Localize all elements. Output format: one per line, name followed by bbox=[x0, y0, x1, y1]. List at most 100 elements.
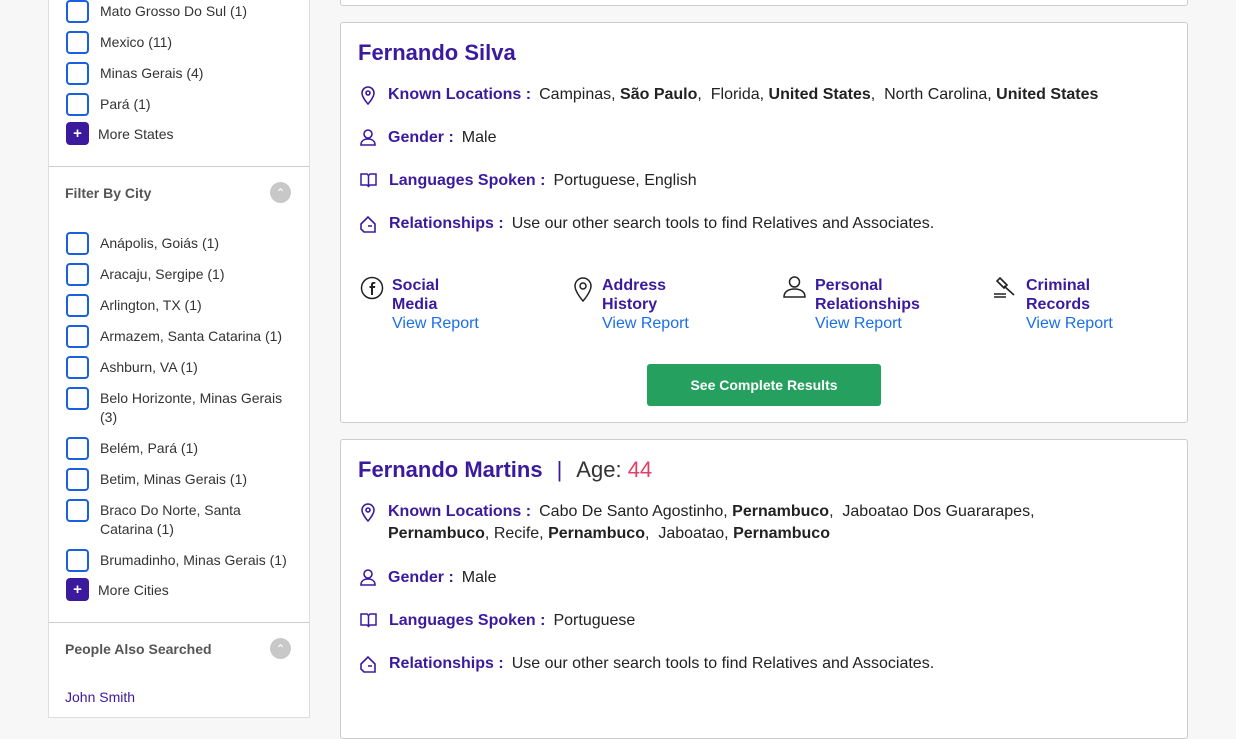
checkbox[interactable] bbox=[66, 0, 89, 23]
city-option[interactable]: Armazem, Santa Catarina (1) bbox=[66, 325, 291, 348]
locations-label: Known Locations : bbox=[388, 86, 532, 103]
option-label: Aracaju, Sergipe (1) bbox=[100, 266, 225, 282]
locations-label: Known Locations : bbox=[388, 503, 532, 520]
option-label: Arlington, TX (1) bbox=[100, 297, 202, 313]
checkbox[interactable] bbox=[66, 549, 89, 572]
languages-row: Languages Spoken : Portuguese bbox=[359, 610, 1147, 632]
view-report-link[interactable]: View Report bbox=[392, 314, 479, 333]
checkbox[interactable] bbox=[66, 437, 89, 460]
location-state: Pernambuco bbox=[733, 525, 830, 542]
state-option[interactable]: Mato Grosso Do Sul (1) bbox=[66, 0, 248, 23]
chevron-up-icon[interactable]: ⌃ bbox=[270, 638, 291, 659]
report-criminal-records[interactable]: Criminal Records View Report bbox=[992, 276, 1113, 333]
languages-value: Portuguese, English bbox=[553, 172, 697, 189]
location-city: North Carolina, bbox=[884, 86, 997, 103]
divider bbox=[49, 622, 309, 623]
option-label: Ashburn, VA (1) bbox=[100, 359, 198, 375]
city-option[interactable]: Ashburn, VA (1) bbox=[66, 356, 291, 379]
checkbox[interactable] bbox=[66, 93, 89, 116]
city-option[interactable]: Anápolis, Goiás (1) bbox=[66, 232, 291, 255]
gender-label: Gender : bbox=[388, 129, 454, 146]
state-option[interactable]: Minas Gerais (4) bbox=[66, 62, 203, 85]
people-also-searched-header: People Also Searched bbox=[65, 641, 212, 657]
city-option[interactable]: Brumadinho, Minas Gerais (1) bbox=[66, 549, 291, 572]
checkbox[interactable] bbox=[66, 499, 89, 522]
person-name[interactable]: Fernando Martins bbox=[358, 457, 543, 482]
see-complete-results-button[interactable]: See Complete Results bbox=[647, 364, 881, 406]
age-label: Age: bbox=[576, 457, 622, 482]
filter-city-header: Filter By City bbox=[65, 185, 152, 201]
person-name[interactable]: Fernando Silva bbox=[358, 40, 516, 66]
checkbox[interactable] bbox=[66, 62, 89, 85]
checkbox[interactable] bbox=[66, 263, 89, 286]
location-state: Pernambuco bbox=[548, 525, 645, 542]
checkbox[interactable] bbox=[66, 294, 89, 317]
separator: , bbox=[697, 86, 711, 103]
gender-row: Gender : Male bbox=[359, 567, 1147, 589]
city-option[interactable]: Belém, Pará (1) bbox=[66, 437, 291, 460]
report-personal-relationships[interactable]: Personal Relationships View Report bbox=[782, 276, 925, 333]
location-city: Jaboatao Dos Guararapes, bbox=[842, 503, 1035, 520]
location-state: São Paulo bbox=[620, 86, 698, 103]
relationships-row: Relationships : Use our other search too… bbox=[359, 653, 1147, 675]
city-option[interactable]: Belo Horizonte, Minas Gerais (3) bbox=[66, 387, 291, 427]
known-locations-row: Known Locations : Campinas, São Paulo, F… bbox=[359, 84, 1147, 106]
more-states-label: More States bbox=[98, 125, 174, 142]
more-states-button[interactable]: + More States bbox=[66, 122, 173, 145]
city-option[interactable]: Betim, Minas Gerais (1) bbox=[66, 468, 291, 491]
more-cities-button[interactable]: + More Cities bbox=[66, 578, 169, 601]
more-cities-label: More Cities bbox=[98, 581, 169, 598]
checkbox[interactable] bbox=[66, 468, 89, 491]
separator: , bbox=[829, 503, 843, 520]
checkbox[interactable] bbox=[66, 31, 89, 54]
person-icon bbox=[360, 129, 376, 146]
checkbox[interactable] bbox=[66, 232, 89, 255]
state-option[interactable]: Pará (1) bbox=[66, 93, 151, 116]
checkbox[interactable] bbox=[66, 387, 89, 410]
location-city: Campinas, bbox=[539, 86, 621, 103]
relationships-label: Relationships : bbox=[389, 655, 504, 672]
state-option[interactable]: Mexico (11) bbox=[66, 31, 172, 54]
languages-row: Languages Spoken : Portuguese, English bbox=[359, 170, 1147, 192]
checkbox[interactable] bbox=[66, 325, 89, 348]
map-pin-icon bbox=[361, 86, 375, 105]
languages-label: Languages Spoken : bbox=[389, 172, 546, 189]
age-value: 44 bbox=[627, 457, 653, 482]
known-locations-row: Known Locations : Cabo De Santo Agostinho… bbox=[359, 501, 1147, 545]
filter-sidebar: Mato Grosso Do Sul (1) Mexico (11) Minas… bbox=[48, 0, 310, 718]
report-title: Criminal Records bbox=[1026, 277, 1091, 313]
view-report-link[interactable]: View Report bbox=[815, 314, 925, 333]
city-option[interactable]: Arlington, TX (1) bbox=[66, 294, 291, 317]
divider bbox=[49, 166, 309, 167]
separator: , bbox=[870, 86, 885, 103]
relationships-value: Use our other search tools to find Relat… bbox=[511, 215, 935, 232]
book-icon bbox=[360, 173, 377, 188]
location-state: Pernambuco bbox=[732, 503, 830, 520]
option-label: Braco Do Norte, Santa Catarina (1) bbox=[100, 502, 241, 537]
gender-label: Gender : bbox=[388, 569, 454, 586]
option-label: Belém, Pará (1) bbox=[100, 440, 199, 456]
chevron-up-icon[interactable]: ⌃ bbox=[270, 182, 291, 203]
separator: | bbox=[556, 457, 563, 482]
result-card bbox=[340, 0, 1188, 6]
home-hand-icon bbox=[360, 655, 376, 673]
city-option[interactable]: Braco Do Norte, Santa Catarina (1) bbox=[66, 499, 291, 539]
separator: , bbox=[484, 525, 494, 542]
location-city: Recife, bbox=[493, 525, 549, 542]
option-label: Anápolis, Goiás (1) bbox=[100, 235, 220, 251]
option-label: Belo Horizonte, Minas Gerais (3) bbox=[100, 390, 283, 425]
report-address-history[interactable]: Address History View Report bbox=[572, 276, 689, 333]
languages-label: Languages Spoken : bbox=[389, 612, 546, 629]
checkbox[interactable] bbox=[66, 356, 89, 379]
map-pin-icon bbox=[574, 277, 592, 302]
option-label: Mato Grosso Do Sul (1) bbox=[100, 3, 248, 19]
person-icon bbox=[783, 276, 806, 298]
report-title: Address History bbox=[602, 277, 667, 313]
view-report-link[interactable]: View Report bbox=[602, 314, 689, 333]
languages-value: Portuguese bbox=[553, 612, 636, 629]
view-report-link[interactable]: View Report bbox=[1026, 314, 1113, 333]
city-option[interactable]: Aracaju, Sergipe (1) bbox=[66, 263, 291, 286]
person-name-row: Fernando Martins | Age: 44 bbox=[358, 457, 652, 483]
report-social-media[interactable]: Social Media View Report bbox=[360, 276, 479, 333]
result-card: Fernando Silva Known Locations : Campina… bbox=[340, 22, 1188, 423]
